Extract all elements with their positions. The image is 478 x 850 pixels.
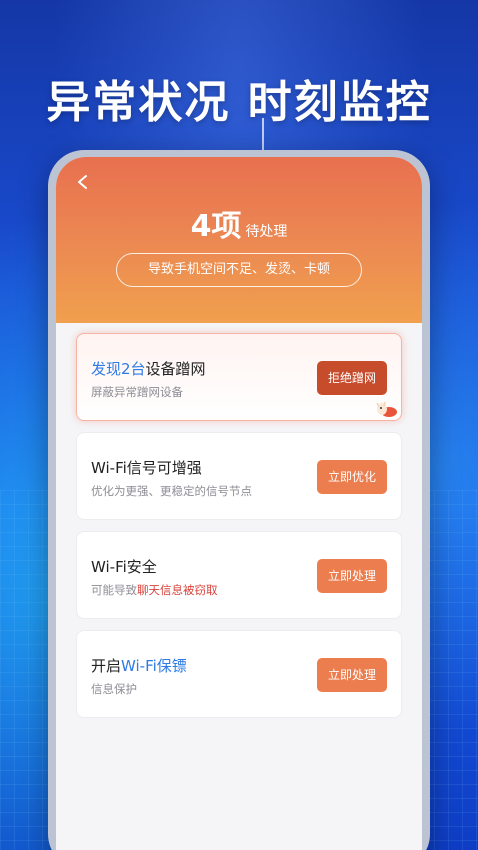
subtitle-prefix: 可能导致 [91, 583, 137, 597]
title-prefix: 开启 [91, 657, 122, 675]
card-subtitle: 信息保护 [91, 682, 137, 696]
pending-summary: 4项 待处理 [56, 201, 422, 245]
title-highlight: Wi-Fi保镖 [121, 657, 187, 675]
card-subtitle: 优化为更强、更稳定的信号节点 [91, 484, 252, 498]
issue-list: 发现2台设备蹭网 屏蔽异常蹭网设备 拒绝蹭网 Wi-Fi信号可增强 优化为更强、… [76, 333, 402, 729]
card-title: 开启Wi-Fi保镖 [91, 655, 187, 676]
promo-headline: 异常状况 时刻监控 [46, 77, 432, 128]
reason-pill: 导致手机空间不足、发烫、卡顿 [116, 253, 362, 287]
card-title: Wi-Fi信号可增强 [91, 459, 202, 477]
issue-card-freeloaders: 发现2台设备蹭网 屏蔽异常蹭网设备 拒绝蹭网 [76, 333, 402, 421]
card-subtitle: 可能导致聊天信息被窃取 [91, 582, 218, 598]
status-header: 4项 待处理 导致手机空间不足、发烫、卡顿 [56, 157, 422, 323]
block-freeloaders-button[interactable]: 拒绝蹭网 [317, 361, 387, 395]
app-screen: 4项 待处理 导致手机空间不足、发烫、卡顿 发现2台设备蹭网 屏蔽异常蹭网设备 拒… [56, 157, 422, 850]
optimize-now-button[interactable]: 立即优化 [317, 460, 387, 494]
handle-now-button[interactable]: 立即处理 [317, 658, 387, 692]
subtitle-highlight: 聊天信息被窃取 [137, 583, 218, 597]
card-title: Wi-Fi安全 [91, 558, 157, 576]
pending-label: 待处理 [245, 224, 288, 240]
phone-frame: 4项 待处理 导致手机空间不足、发烫、卡顿 发现2台设备蹭网 屏蔽异常蹭网设备 拒… [48, 150, 430, 850]
issue-card-security: Wi-Fi安全 可能导致聊天信息被窃取 立即处理 [76, 531, 402, 619]
title-highlight: 发现2台 [91, 360, 146, 378]
issue-card-signal: Wi-Fi信号可增强 优化为更强、更稳定的信号节点 立即优化 [76, 432, 402, 520]
pending-count: 4项 [190, 209, 242, 244]
issue-card-guard: 开启Wi-Fi保镖 信息保护 立即处理 [76, 630, 402, 718]
mascot-decoration-icon [376, 401, 397, 417]
back-icon[interactable] [76, 175, 90, 189]
card-title: 发现2台设备蹭网 [91, 358, 206, 379]
handle-now-button[interactable]: 立即处理 [317, 559, 387, 593]
card-subtitle: 屏蔽异常蹭网设备 [91, 385, 183, 399]
title-rest: 设备蹭网 [145, 360, 206, 378]
